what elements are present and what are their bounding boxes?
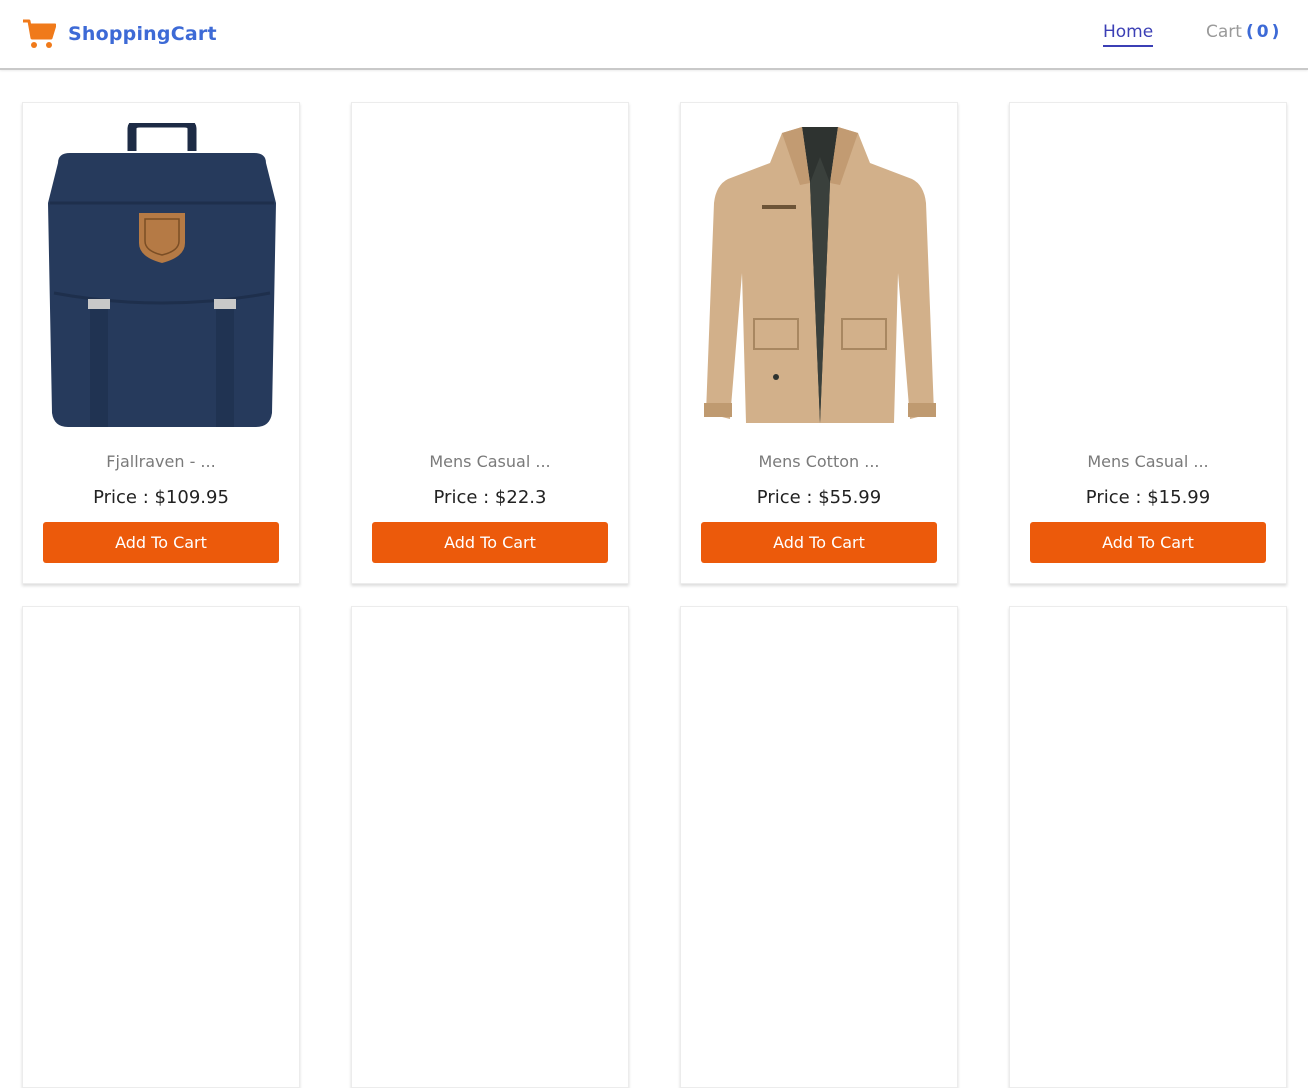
cart-count: 0 [1256,22,1269,42]
product-price: Price : $15.99 [1085,487,1211,508]
product-card-empty [22,606,300,1088]
product-image[interactable] [370,121,612,431]
product-card: Mens Casual ... Price : $15.99 Add To Ca… [1009,102,1287,584]
product-image[interactable] [1028,121,1270,431]
jacket-image [704,127,936,423]
product-image[interactable] [699,121,941,431]
product-card-empty [351,606,629,1088]
add-to-cart-button[interactable]: Add To Cart [701,522,937,563]
product-card-empty [680,606,958,1088]
nav-home-link[interactable]: Home [1103,21,1154,47]
nav-cart-label: Cart [1206,22,1242,42]
product-price: Price : $55.99 [756,487,882,508]
product-price: Price : $109.95 [93,487,229,508]
nav-cart-link[interactable]: Cart(0) [1206,21,1279,43]
product-grid: Fjallraven - ... Price : $109.95 Add To … [22,102,1287,1088]
add-to-cart-button[interactable]: Add To Cart [43,522,279,563]
product-card: Fjallraven - ... Price : $109.95 Add To … [22,102,300,584]
brand[interactable]: ShoppingCart [22,18,217,50]
navbar: ShoppingCart Home Cart(0) [0,0,1308,70]
product-card-empty [1009,606,1287,1088]
backpack-image [48,123,276,427]
product-card: Mens Casual ... Price : $22.3 Add To Car… [351,102,629,584]
product-card: Mens Cotton ... Price : $55.99 Add To Ca… [680,102,958,584]
brand-name: ShoppingCart [68,23,217,45]
product-title: Mens Casual ... [429,452,551,471]
product-title: Fjallraven - ... [106,452,216,471]
product-title: Mens Cotton ... [758,452,880,471]
product-title: Mens Casual ... [1087,452,1209,471]
shopping-cart-icon [23,19,56,48]
add-to-cart-button[interactable]: Add To Cart [1030,522,1266,563]
product-image[interactable] [41,121,283,431]
add-to-cart-button[interactable]: Add To Cart [372,522,608,563]
cart-open-paren: ( [1245,22,1254,42]
product-price: Price : $22.3 [433,487,547,508]
cart-close-paren: ) [1271,22,1280,42]
